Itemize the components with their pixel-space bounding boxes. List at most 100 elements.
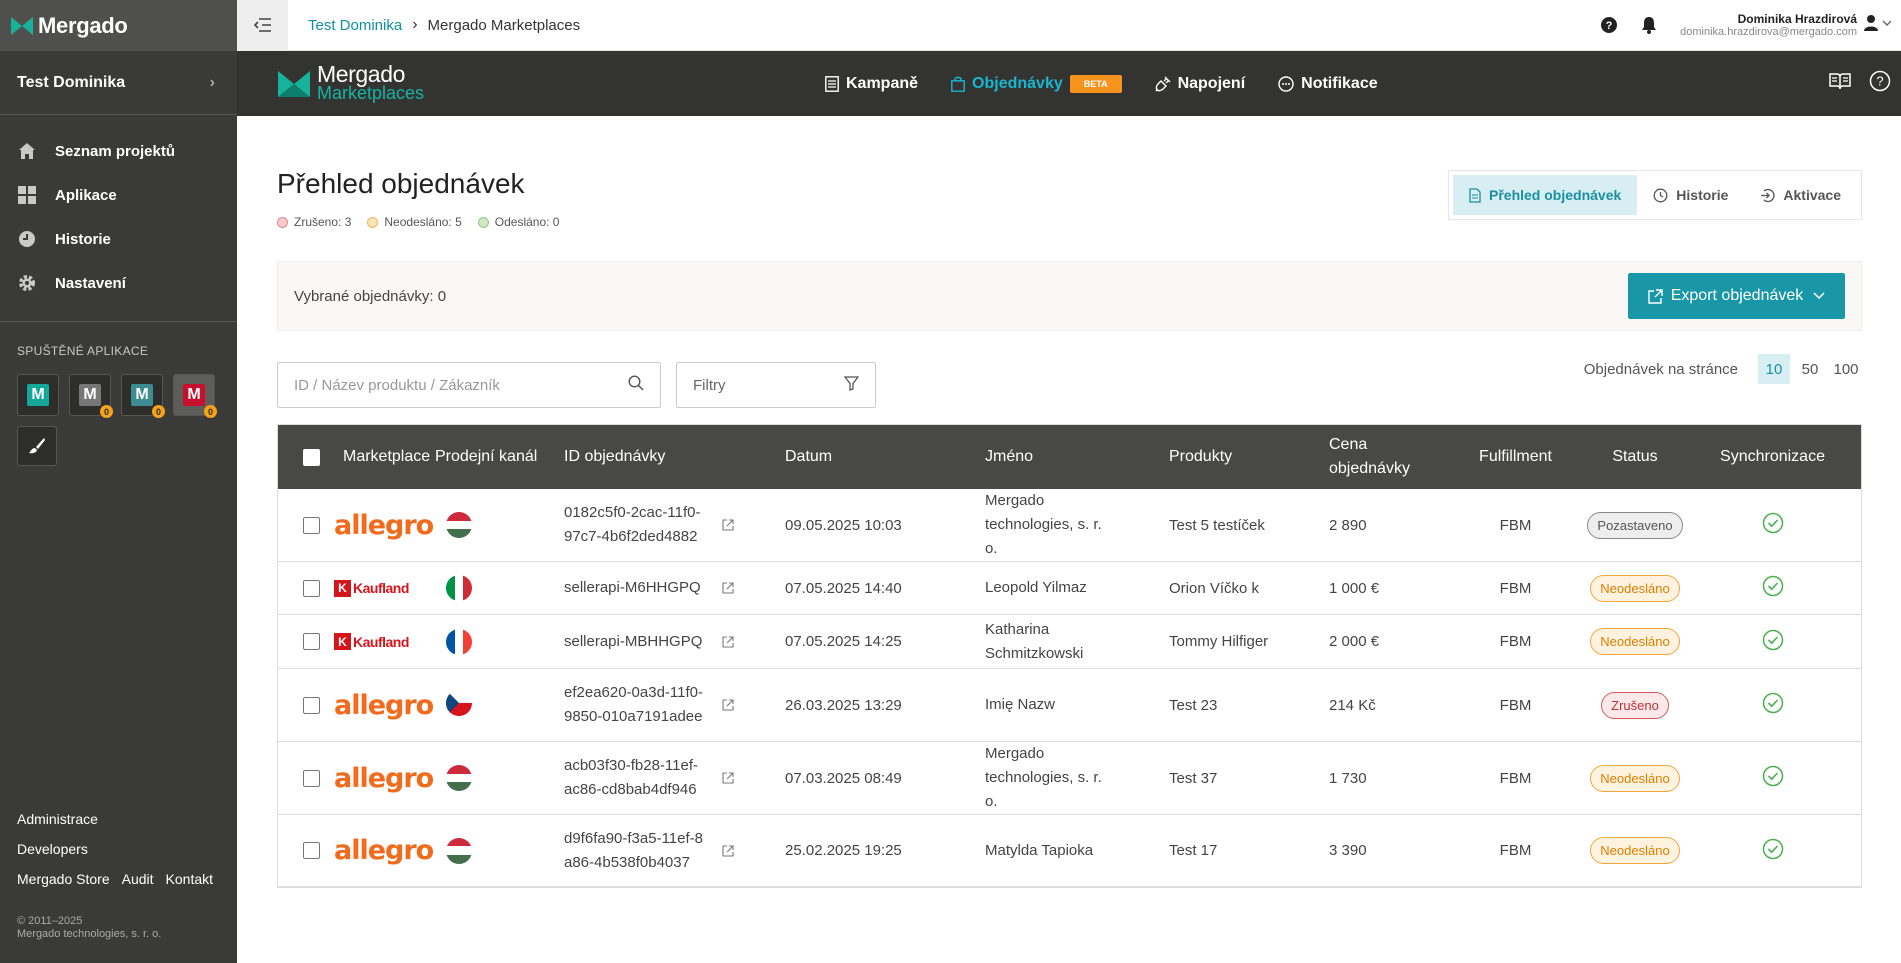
per-page-option[interactable]: 50 [1794, 354, 1826, 384]
customer-name: Mergado technologies, s. r. o. [985, 492, 1102, 557]
nav-connection[interactable]: Napojení [1155, 75, 1245, 93]
flag-hu-icon [446, 837, 472, 864]
table-row[interactable]: K Kaufland sellerapi-M6HHGPQ 07.05.2025 1… [278, 562, 1861, 615]
product-name: Test 17 [1169, 842, 1218, 859]
export-orders-button[interactable]: Export objednávek [1628, 273, 1845, 319]
cell-price: 214 Kč [1329, 696, 1376, 714]
table-row[interactable]: allegro 0182c5f0-2cac-11f0-97c7-4b6f2ded… [278, 489, 1861, 562]
customer-name: Mergado technologies, s. r. o. [985, 745, 1102, 810]
sidebar-item-settings[interactable]: Nastavení [0, 261, 237, 305]
external-link-icon[interactable] [722, 582, 734, 594]
row-checkbox[interactable] [303, 579, 320, 597]
sidebar-item-apps[interactable]: Aplikace [0, 173, 237, 217]
cell-products: Test 5 testíček [1169, 517, 1329, 534]
sidebar-item-history[interactable]: Historie [0, 217, 237, 261]
table-row[interactable]: allegro acb03f30-fb28-11ef-ac86-cd8bab4d… [278, 742, 1861, 815]
chevron-down-icon [1813, 292, 1825, 300]
order-id[interactable]: ef2ea620-0a3d-11f0-9850-010a7191adee [564, 681, 704, 729]
selection-bar: Vybrané objednávky: 0 Export objednávek [277, 261, 1862, 331]
tab-history[interactable]: Historie [1637, 175, 1744, 215]
plug-icon [1155, 76, 1171, 92]
selected-orders-count: Vybrané objednávky: 0 [294, 287, 447, 305]
order-id[interactable]: acb03f30-fb28-11ef-ac86-cd8bab4df946 [564, 754, 704, 802]
nav-notifications[interactable]: Notifikace [1278, 74, 1378, 93]
nav-orders[interactable]: Objednávky BETA [951, 74, 1122, 93]
row-checkbox[interactable] [303, 769, 320, 787]
bell-icon[interactable] [1640, 16, 1658, 34]
row-checkbox[interactable] [303, 516, 320, 534]
app-badge: 0 [152, 405, 165, 418]
order-id[interactable]: 0182c5f0-2cac-11f0-97c7-4b6f2ded4882 [564, 501, 704, 549]
marketplaces-logo[interactable]: Mergado Marketplaces [237, 62, 424, 103]
chevron-right-icon: › [209, 73, 215, 91]
sidebar-item-label: Nastavení [55, 274, 126, 292]
store-link[interactable]: Mergado Store [17, 871, 110, 887]
cell-fulfillment: FBM [1499, 769, 1532, 787]
search-input[interactable] [294, 376, 628, 394]
cell-sync [1705, 512, 1840, 538]
external-link-icon[interactable] [722, 699, 734, 711]
filters-button[interactable]: Filtry [676, 362, 876, 408]
project-switcher[interactable]: Test Dominika › [0, 51, 237, 115]
external-link-icon[interactable] [722, 519, 734, 531]
tab-label: Aktivace [1783, 187, 1841, 203]
row-checkbox[interactable] [303, 842, 320, 859]
sidebar-item-label: Seznam projektů [55, 142, 176, 160]
order-id[interactable]: sellerapi-M6HHGPQ [564, 576, 704, 600]
per-page-label: Objednávek na stránce [1583, 360, 1738, 378]
row-checkbox[interactable] [303, 633, 320, 650]
app-icon[interactable]: M0 [173, 374, 217, 418]
nav-label: Kampaně [846, 74, 919, 92]
search-field[interactable] [277, 362, 661, 408]
search-icon[interactable] [628, 374, 644, 396]
col-name: Jméno [985, 448, 1034, 465]
per-page-option[interactable]: 100 [1830, 354, 1862, 384]
tab-overview[interactable]: Přehled objednávek [1453, 175, 1638, 215]
nav-label: Notifikace [1301, 74, 1378, 92]
book-icon[interactable] [1829, 72, 1851, 95]
external-link-icon[interactable] [722, 772, 734, 784]
tab-activation[interactable]: Aktivace [1744, 175, 1857, 215]
cell-products: Test 23 [1169, 697, 1329, 714]
app-icon[interactable]: M0 [121, 374, 165, 418]
app-icon[interactable]: M0 [69, 374, 113, 418]
table-row[interactable]: allegro ef2ea620-0a3d-11f0-9850-010a7191… [278, 669, 1861, 742]
table-row[interactable]: allegro d9f6fa90-f3a5-11ef-8a86-4b538f0b… [278, 815, 1861, 887]
help-circle-icon[interactable]: ? [1869, 70, 1891, 97]
cell-name: Matylda Tapioka [985, 839, 1169, 863]
flag-fr-icon [446, 628, 472, 655]
view-tabs: Přehled objednávek Historie Aktivace [1448, 170, 1862, 220]
developers-link[interactable]: Developers [17, 841, 213, 857]
table-row[interactable]: K Kaufland sellerapi-MBHHGPQ 07.05.2025 1… [278, 615, 1861, 669]
beta-badge: BETA [1069, 74, 1122, 93]
legend-label: Neodesláno: 5 [384, 215, 462, 229]
admin-link[interactable]: Administrace [17, 811, 213, 827]
nav-campaigns[interactable]: Kampaně [825, 75, 918, 93]
app-icon[interactable]: M [17, 374, 59, 416]
select-all-checkbox[interactable] [303, 448, 320, 466]
cell-marketplace: allegro [320, 835, 435, 866]
status-badge: Pozastaveno [1587, 511, 1683, 539]
user-info[interactable]: Dominika Hrazdirová dominika.hrazdirova@… [1680, 12, 1857, 38]
order-id[interactable]: d9f6fa90-f3a5-11ef-8a86-4b538f0b4037 [564, 827, 704, 875]
external-link-icon[interactable] [722, 635, 734, 648]
copyright-company: Mergado technologies, s. r. o. [17, 928, 162, 940]
mergado-logo[interactable]: Mergado [0, 0, 237, 51]
per-page-option[interactable]: 10 [1758, 354, 1790, 384]
external-link-icon[interactable] [722, 844, 734, 857]
cell-date: 07.05.2025 14:25 [785, 633, 902, 650]
sidebar-toggle-button[interactable] [237, 0, 288, 51]
order-id[interactable]: sellerapi-MBHHGPQ [564, 630, 704, 654]
sidebar-item-label: Historie [55, 230, 111, 248]
audit-link[interactable]: Audit [122, 871, 154, 887]
sidebar-item-projects[interactable]: Seznam projektů [0, 129, 237, 173]
external-link-icon [1648, 288, 1663, 304]
contact-link[interactable]: Kontakt [166, 871, 213, 887]
row-checkbox[interactable] [303, 696, 320, 714]
help-icon[interactable]: ? [1600, 16, 1618, 34]
running-apps-title: SPUŠTĚNÉ APLIKACE [17, 344, 149, 358]
app-brush-icon[interactable] [17, 426, 57, 466]
user-icon[interactable] [1863, 14, 1892, 37]
cell-sync [1705, 575, 1840, 601]
breadcrumb-project[interactable]: Test Dominika [308, 17, 402, 34]
